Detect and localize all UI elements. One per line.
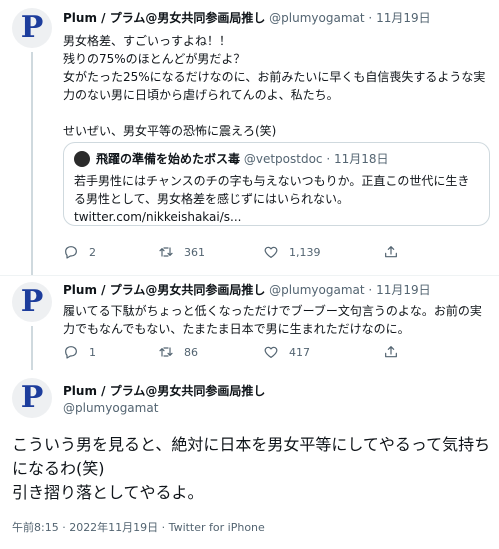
share-button[interactable] — [383, 244, 409, 260]
avatar-letter: P — [20, 284, 44, 319]
retweet-button[interactable]: 361 — [158, 244, 263, 260]
reply-count: 1 — [89, 345, 96, 359]
tweet-text: 男女格差、すごいっすよね！！ 残りの75%のほとんどが男だよ？ 女がたった25%… — [63, 34, 486, 138]
quoted-tweet-header: 飛躍の準備を始めたボス毒 @vetpostdoc · 11月18日 — [74, 151, 479, 167]
reply-count: 2 — [89, 245, 96, 259]
avatar-letter: P — [20, 10, 44, 45]
avatar[interactable]: P — [12, 282, 52, 322]
tweet-header: Plum / プラム@男女共同参画局推し @plumyogamat · 11月1… — [63, 282, 489, 298]
tweet-actions: 2 361 1,139 — [63, 242, 443, 262]
tweet-time[interactable]: 11月19日 — [376, 11, 431, 25]
tweet-1[interactable]: P Plum / プラム@男女共同参画局推し @plumyogamat · 11… — [0, 0, 499, 275]
quoted-tweet[interactable]: 飛躍の準備を始めたボス毒 @vetpostdoc · 11月18日 若手男性には… — [63, 142, 490, 226]
share-icon — [385, 346, 397, 358]
tweet-text: こういう男を見ると、絶対に日本を男女平等にしてやるって気持ちになるわ(笑) 引き… — [12, 435, 491, 502]
reply-button[interactable]: 2 — [63, 244, 158, 260]
thread-line — [31, 326, 33, 370]
tweet-text: 履いてる下駄がちょっと低くなっただけでブーブー文句言うのよな。お前の実力でもなん… — [63, 304, 482, 336]
like-count: 417 — [289, 345, 310, 359]
author-name[interactable]: Plum / プラム@男女共同参画局推し — [63, 382, 265, 399]
reply-icon — [65, 346, 77, 359]
reply-button[interactable]: 1 — [63, 344, 158, 360]
like-button[interactable]: 417 — [263, 344, 383, 360]
tweet-meta[interactable]: 午前8:15 · 2022年11月19日 · Twitter for iPhon… — [12, 519, 265, 535]
quoted-tweet-time: 11月18日 — [334, 152, 389, 166]
retweet-count: 361 — [184, 245, 205, 259]
retweet-count: 86 — [184, 345, 198, 359]
avatar[interactable]: P — [12, 8, 52, 48]
quoted-tweet-text: 若手男性にはチャンスのチの字も与えないつもりか。正直この世代に生きる男性として、… — [74, 174, 470, 224]
author-handle[interactable]: @plumyogamat — [63, 401, 158, 415]
retweet-icon — [159, 347, 173, 357]
tweet-header: Plum / プラム@男女共同参画局推し @plumyogamat · 11月1… — [63, 10, 489, 26]
reply-icon — [65, 246, 77, 259]
tweet-actions: 1 86 417 — [63, 342, 443, 362]
separator: · — [368, 11, 373, 25]
separator: · — [368, 283, 373, 297]
like-button[interactable]: 1,139 — [263, 244, 383, 260]
retweet-button[interactable]: 86 — [158, 344, 263, 360]
avatar-letter: P — [20, 380, 44, 415]
quoted-author-handle: @vetpostdoc — [243, 152, 323, 166]
heart-icon — [264, 346, 278, 358]
tweet-time[interactable]: 11月19日 — [376, 283, 431, 297]
author-handle[interactable]: @plumyogamat — [269, 283, 364, 297]
tweet-2[interactable]: P Plum / プラム@男女共同参画局推し @plumyogamat · 11… — [0, 276, 499, 370]
quoted-author-name: 飛躍の準備を始めたボス毒 — [96, 152, 241, 166]
avatar[interactable]: P — [12, 378, 52, 418]
like-count: 1,139 — [289, 245, 321, 259]
quoted-avatar — [74, 151, 90, 167]
retweet-icon — [159, 247, 173, 257]
heart-icon — [264, 246, 278, 258]
thread-line — [31, 52, 33, 275]
share-button[interactable] — [383, 344, 409, 360]
author-handle[interactable]: @plumyogamat — [269, 11, 364, 25]
separator: · — [326, 152, 331, 166]
author-name[interactable]: Plum / プラム@男女共同参画局推し — [63, 283, 265, 297]
author-name[interactable]: Plum / プラム@男女共同参画局推し — [63, 11, 265, 25]
share-icon — [385, 246, 397, 258]
